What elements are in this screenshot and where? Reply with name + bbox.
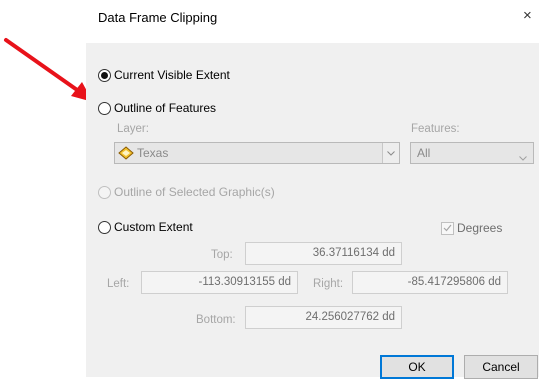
outline-of-features-option[interactable]: Outline of Features [98, 101, 216, 115]
layer-diamond-icon [118, 146, 134, 160]
custom-extent-radio[interactable] [98, 220, 111, 234]
outline-of-features-label: Outline of Features [114, 101, 217, 115]
right-label: Right: [313, 278, 344, 290]
red-arrow-icon [4, 38, 93, 102]
outline-of-selected-graphics-option[interactable]: Outline of Selected Graphic(s) [98, 185, 275, 199]
close-icon[interactable]: × [523, 8, 532, 23]
current-visible-extent-radio[interactable] [98, 68, 111, 82]
left-label: Left: [107, 278, 130, 290]
left-extent-field[interactable]: -113.30913155 dd [141, 271, 298, 294]
outline-of-selected-graphics-radio[interactable] [98, 185, 111, 199]
dialog-title: Data Frame Clipping [98, 10, 218, 25]
layer-dropdown[interactable]: Texas [114, 142, 400, 164]
layer-value: Texas [137, 146, 169, 160]
degrees-checkbox[interactable] [441, 221, 454, 235]
features-label: Features: [411, 123, 460, 135]
bottom-extent-field[interactable]: 24.256027762 dd [245, 306, 402, 329]
current-visible-extent-label: Current Visible Extent [114, 68, 230, 82]
features-dropdown[interactable]: All [410, 142, 534, 164]
custom-extent-label: Custom Extent [114, 220, 193, 234]
right-extent-field[interactable]: -85.417295806 dd [352, 271, 508, 294]
current-visible-extent-option[interactable]: Current Visible Extent [98, 68, 230, 82]
chevron-down-icon[interactable] [519, 150, 527, 164]
chevron-down-icon[interactable] [382, 143, 399, 163]
bottom-label: Bottom: [196, 314, 236, 326]
degrees-label: Degrees [457, 221, 503, 235]
degrees-option[interactable]: Degrees [441, 221, 502, 235]
ok-button[interactable]: OK [380, 355, 454, 379]
layer-label: Layer: [117, 123, 149, 135]
outline-of-features-radio[interactable] [98, 101, 111, 115]
outline-of-selected-graphics-label: Outline of Selected Graphic(s) [114, 185, 275, 199]
top-extent-field[interactable]: 36.37116134 dd [245, 242, 402, 265]
top-label: Top: [211, 249, 233, 261]
checkmark-icon [443, 224, 452, 232]
cancel-button[interactable]: Cancel [464, 355, 538, 379]
features-value: All [417, 146, 431, 160]
custom-extent-option[interactable]: Custom Extent [98, 220, 193, 234]
